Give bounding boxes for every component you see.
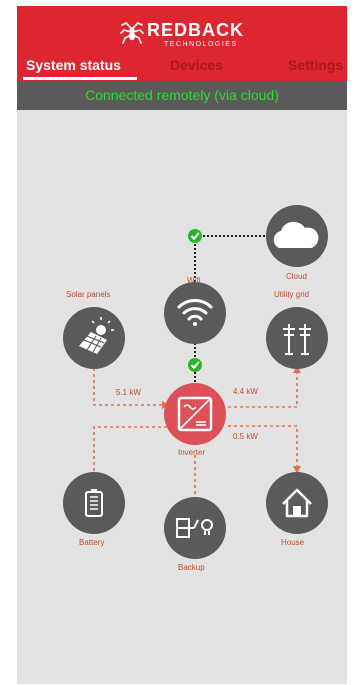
backup-node[interactable] — [164, 497, 226, 559]
energy-flow-diagram — [63, 205, 328, 559]
tab-system-status[interactable]: System status — [26, 57, 121, 73]
active-tab-indicator — [23, 77, 137, 80]
spider-logo-icon — [120, 22, 144, 44]
connection-status-text: Connected remotely (via cloud) — [85, 87, 279, 103]
battery-node[interactable] — [63, 472, 125, 534]
wifi-label: Wifi — [187, 276, 201, 285]
inverter-node[interactable] — [164, 383, 226, 445]
wifi-cloud-check-icon — [188, 229, 202, 243]
house-node[interactable] — [266, 472, 328, 534]
house-power-value: 0.5 kW — [233, 432, 258, 441]
app-header: REDBACK TECHNOLOGIES System status Devic… — [17, 6, 347, 81]
grid-power-value: 4.4 kW — [233, 387, 258, 396]
backup-label: Backup — [178, 563, 205, 572]
solar-panels-node[interactable] — [63, 307, 125, 369]
cloud-node[interactable] — [266, 205, 328, 267]
battery-label: Battery — [79, 538, 105, 547]
tab-devices[interactable]: Devices — [170, 57, 223, 73]
tab-settings[interactable]: Settings — [288, 57, 343, 73]
solar-panels-label: Solar panels — [66, 290, 111, 299]
house-label: House — [281, 538, 305, 547]
cloud-label: Cloud — [286, 272, 307, 281]
wifi-node[interactable] — [164, 282, 226, 344]
brand-logo: REDBACK TECHNOLOGIES — [17, 18, 347, 58]
utility-grid-label: Utility grid — [274, 290, 310, 299]
wifi-inverter-check-icon — [188, 358, 202, 372]
tab-bar: System status Devices Settings — [17, 54, 347, 81]
utility-grid-node[interactable] — [266, 307, 328, 369]
app-screen: REDBACK TECHNOLOGIES System status Devic… — [17, 6, 347, 684]
brand-name: REDBACK — [147, 20, 244, 40]
connection-banner: Connected remotely (via cloud) — [17, 81, 347, 110]
solar-power-value: 5.1 kW — [116, 388, 141, 397]
brand-subtitle: TECHNOLOGIES — [164, 41, 238, 48]
inverter-label: Inverter — [178, 448, 206, 457]
